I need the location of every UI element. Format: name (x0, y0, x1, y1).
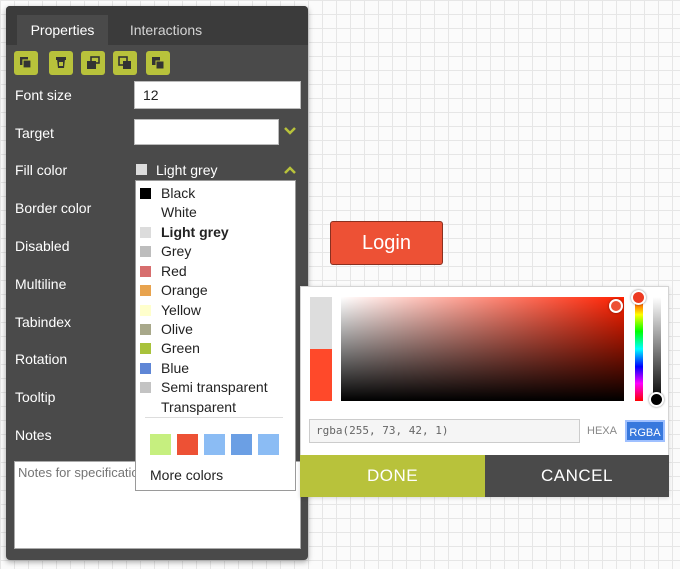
color-swatch (140, 207, 151, 218)
color-option-label: Red (161, 263, 187, 279)
recent-color-swatch[interactable] (231, 434, 252, 455)
cancel-button[interactable]: CANCEL (485, 455, 669, 497)
font-size-input[interactable] (134, 81, 301, 109)
multiline-label: Multiline (15, 276, 67, 292)
target-label: Target (15, 125, 54, 141)
unlock-icon (87, 56, 100, 69)
recent-color-swatch[interactable] (204, 434, 225, 455)
recent-color-swatch[interactable] (258, 434, 279, 455)
tab-properties[interactable]: Properties (17, 15, 108, 45)
chevron-down-icon[interactable] (283, 126, 297, 136)
color-swatch (140, 324, 151, 335)
color-option-label: Transparent (161, 399, 236, 415)
unlock-button[interactable] (81, 51, 105, 75)
tabindex-label: Tabindex (15, 314, 72, 330)
color-swatch (140, 246, 151, 257)
color-option-label: Black (161, 185, 196, 201)
color-swatch (140, 227, 151, 238)
font-size-label: Font size (15, 87, 72, 103)
color-option-label: Yellow (161, 302, 201, 318)
hue-slider[interactable] (635, 297, 643, 401)
more-colors-link[interactable]: More colors (150, 467, 223, 483)
color-option-label: White (161, 204, 197, 220)
color-swatch (140, 363, 151, 374)
disabled-label: Disabled (15, 238, 70, 254)
login-button[interactable]: Login (330, 221, 443, 265)
bring-to-front-icon (20, 57, 32, 69)
color-option-label: Green (161, 340, 200, 356)
rotation-label: Rotation (15, 351, 68, 367)
tooltip-label: Tooltip (15, 389, 56, 405)
color-option-label: Olive (161, 321, 193, 337)
color-option-label: Semi transparent (161, 379, 268, 395)
copy-button[interactable] (113, 51, 137, 75)
bring-to-front-button[interactable] (14, 51, 38, 75)
lock-button[interactable] (49, 51, 73, 75)
opacity-handle[interactable] (649, 392, 664, 407)
saturation-handle[interactable] (609, 299, 623, 313)
color-preview (310, 297, 332, 401)
fill-color-value: Light grey (156, 162, 218, 178)
previous-color (310, 297, 332, 349)
border-color-label: Border color (15, 200, 92, 216)
done-button[interactable]: DONE (300, 455, 485, 497)
fill-color-label: Fill color (15, 162, 68, 178)
opacity-slider[interactable] (653, 297, 661, 401)
paste-style-button[interactable] (146, 51, 170, 75)
recent-color-swatch[interactable] (150, 434, 171, 455)
color-option-label: Light grey (161, 224, 229, 240)
notes-label: Notes (15, 427, 52, 443)
saturation-value-area[interactable] (341, 297, 624, 401)
panel-tabs: Properties Interactions (6, 6, 308, 45)
chevron-up-icon[interactable] (283, 165, 297, 175)
color-swatch (140, 285, 151, 296)
paste-style-icon (152, 57, 165, 70)
fill-color-swatch (136, 164, 147, 175)
hexa-mode-button[interactable]: HEXA (585, 420, 619, 442)
color-swatch (140, 305, 151, 316)
current-color (310, 349, 332, 401)
lock-icon (56, 57, 66, 68)
color-value-input[interactable]: rgba(255, 73, 42, 1) (309, 419, 580, 443)
color-swatch (140, 343, 151, 354)
tab-interactions[interactable]: Interactions (114, 16, 218, 45)
rgba-mode-button[interactable]: RGBA (625, 420, 665, 442)
recent-color-swatch[interactable] (177, 434, 198, 455)
color-swatch (140, 382, 151, 393)
fill-color-select[interactable]: Light grey (136, 161, 296, 181)
copy-icon (118, 56, 131, 69)
color-option-label: Grey (161, 243, 192, 259)
dropdown-divider (145, 417, 283, 418)
color-swatch (140, 402, 151, 413)
color-option-label: Blue (161, 360, 190, 376)
color-swatch (140, 266, 151, 277)
hue-handle[interactable] (631, 290, 646, 305)
fill-color-dropdown: Black White Light grey Grey Red Orange Y… (135, 180, 296, 491)
target-input[interactable] (134, 119, 279, 145)
color-option-label: Orange (161, 282, 208, 298)
color-swatch (140, 188, 151, 199)
